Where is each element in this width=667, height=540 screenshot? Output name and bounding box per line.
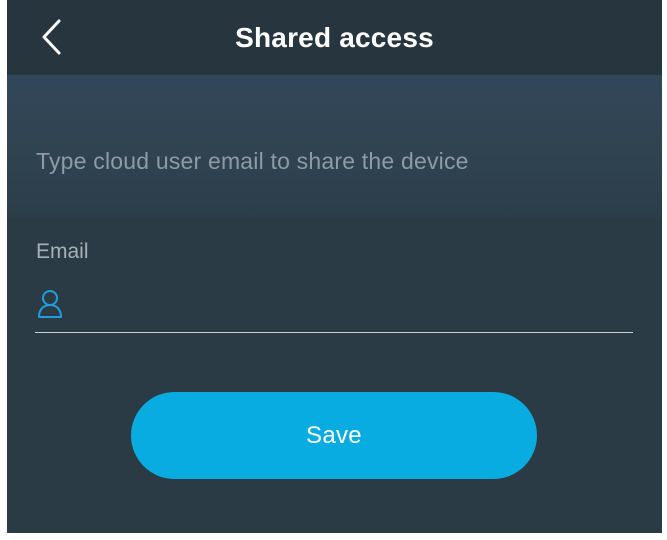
shared-access-screen: Shared access Type cloud user email to s… bbox=[7, 0, 662, 533]
save-button[interactable]: Save bbox=[131, 392, 537, 479]
user-icon bbox=[38, 290, 62, 318]
back-button[interactable] bbox=[31, 14, 71, 60]
header-bar: Shared access bbox=[7, 0, 662, 75]
email-field[interactable] bbox=[35, 282, 633, 333]
email-input[interactable] bbox=[75, 288, 629, 322]
email-label: Email bbox=[36, 240, 89, 263]
chevron-left-icon bbox=[42, 19, 61, 55]
info-band bbox=[7, 75, 662, 218]
share-instructions: Type cloud user email to share the devic… bbox=[36, 148, 469, 174]
page-title: Shared access bbox=[235, 22, 434, 53]
form-area bbox=[7, 218, 662, 533]
